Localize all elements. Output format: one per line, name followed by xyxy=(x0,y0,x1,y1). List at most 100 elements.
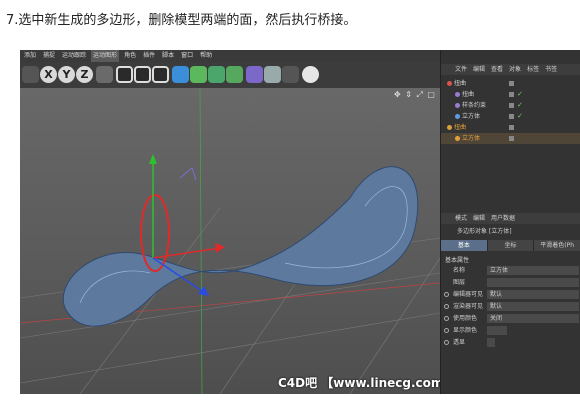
light-icon[interactable] xyxy=(302,66,319,83)
am-menu-item[interactable]: 模式 xyxy=(455,213,467,224)
om-menu-item[interactable]: 标签 xyxy=(527,64,539,75)
object-row-selected[interactable]: 立方体 xyxy=(441,133,580,144)
gizmo-y-arrow-icon[interactable] xyxy=(149,154,157,164)
render-settings-icon[interactable] xyxy=(152,66,169,83)
enabled-check-icon[interactable]: ✓ xyxy=(517,100,523,111)
render-view-icon[interactable] xyxy=(116,66,133,83)
menu-item[interactable]: 角色 xyxy=(122,50,138,62)
visibility-dots[interactable] xyxy=(509,92,514,97)
viewport-scene xyxy=(20,88,440,394)
visibility-dots[interactable] xyxy=(509,114,514,119)
radio-icon[interactable] xyxy=(444,292,449,297)
render-picture-icon[interactable] xyxy=(134,66,151,83)
cube-icon[interactable] xyxy=(172,66,189,83)
om-menu-item[interactable]: 查看 xyxy=(491,64,503,75)
menu-item[interactable]: 运动跟踪 xyxy=(60,50,88,62)
am-menu-item[interactable]: 用户数据 xyxy=(491,213,515,224)
deformer-handle xyxy=(179,167,197,181)
toolbar: X Y Z xyxy=(20,62,440,88)
menu-item[interactable]: 插件 xyxy=(141,50,157,62)
visibility-dots[interactable] xyxy=(509,103,514,108)
menu-item[interactable]: 添加 xyxy=(22,50,38,62)
right-panel: 文件 编辑 查看 对象 标签 书签 扭曲 扭曲 ✓ 样条约束 ✓ 立方体 ✓ 扭… xyxy=(440,50,580,394)
toolbar-arrow-icon[interactable] xyxy=(22,66,39,83)
name-field[interactable]: 立方体 xyxy=(487,266,579,275)
am-menu-item[interactable]: 编辑 xyxy=(473,213,485,224)
menu-item[interactable]: 窗口 xyxy=(179,50,195,62)
radio-icon[interactable] xyxy=(444,316,449,321)
nurbs-icon[interactable] xyxy=(208,66,225,83)
field-row: 名称 立方体 xyxy=(441,266,580,276)
use-color-select[interactable]: 关闭 xyxy=(487,314,579,323)
object-name: 立方体 xyxy=(462,113,481,120)
enabled-check-icon[interactable]: ✓ xyxy=(517,111,523,122)
object-icon xyxy=(455,103,460,108)
3d-viewport[interactable]: ✥ ⇕ ⤢ ▢ xyxy=(20,88,440,394)
field-label: 透显 xyxy=(453,339,466,346)
instruction-text: 7.选中新生成的多边形，删除模型两端的面，然后执行桥接。 xyxy=(6,13,357,28)
scene-icon[interactable] xyxy=(264,66,281,83)
object-name: 扭曲 xyxy=(462,91,475,98)
field-row: 图层 xyxy=(441,278,580,288)
section-title: 基本属性 xyxy=(445,257,470,264)
visibility-dots[interactable] xyxy=(509,125,514,130)
object-icon xyxy=(455,114,460,119)
enabled-check-icon[interactable]: ✓ xyxy=(517,89,523,100)
gizmo-x-axis[interactable] xyxy=(152,247,221,259)
gizmo-z-arrow-icon[interactable] xyxy=(198,286,209,296)
layer-field[interactable] xyxy=(487,278,579,287)
radio-icon[interactable] xyxy=(444,328,449,333)
field-row: 透显 xyxy=(441,338,580,348)
gizmo-x-arrow-icon[interactable] xyxy=(215,243,225,253)
c4d-screenshot: 添加 捕捉 运动跟踪 运动图形 角色 插件 脚本 窗口 帮助 X Y Z ✥ ⇕… xyxy=(20,50,580,394)
visibility-dots[interactable] xyxy=(509,81,514,86)
object-row[interactable]: 样条约束 ✓ xyxy=(441,100,580,111)
object-row[interactable]: 扭曲 xyxy=(441,122,580,133)
object-icon xyxy=(455,136,460,141)
viewport-nav-icons[interactable]: ✥ ⇕ ⤢ ▢ xyxy=(394,90,436,100)
array-icon[interactable] xyxy=(226,66,243,83)
om-menu-item[interactable]: 书签 xyxy=(545,64,557,75)
object-name: 立方体 xyxy=(462,135,481,142)
menu-bar: 添加 捕捉 运动跟踪 运动图形 角色 插件 脚本 窗口 帮助 xyxy=(20,50,440,62)
om-menu-item[interactable]: 文件 xyxy=(455,64,467,75)
deformer-icon[interactable] xyxy=(246,66,263,83)
menu-item[interactable]: 脚本 xyxy=(160,50,176,62)
spline-pen-icon[interactable] xyxy=(190,66,207,83)
object-row[interactable]: 扭曲 ✓ xyxy=(441,89,580,100)
object-name: 样条约束 xyxy=(462,102,487,109)
radio-icon[interactable] xyxy=(444,340,449,345)
display-color-swatch[interactable] xyxy=(487,326,507,335)
x-axis-button[interactable]: X xyxy=(40,66,57,83)
tab-phong[interactable]: 平滑着色(Ph xyxy=(534,240,580,251)
om-menu-item[interactable]: 编辑 xyxy=(473,64,485,75)
object-icon xyxy=(455,92,460,97)
field-row: 编辑器可见 默认 xyxy=(441,290,580,300)
object-row[interactable]: 立方体 ✓ xyxy=(441,111,580,122)
menu-item[interactable]: 帮助 xyxy=(198,50,214,62)
field-label: 图层 xyxy=(453,279,466,286)
visibility-dots[interactable] xyxy=(509,136,514,141)
object-name: 扭曲 xyxy=(454,124,467,131)
menu-item[interactable]: 运动图形 xyxy=(91,50,120,62)
field-row: 渲染器可见 默认 xyxy=(441,302,580,312)
radio-icon[interactable] xyxy=(444,304,449,309)
object-manager-menu: 文件 编辑 查看 对象 标签 书签 xyxy=(441,64,580,75)
field-label: 显示颜色 xyxy=(453,327,478,334)
object-icon xyxy=(447,125,452,130)
coordinate-icon[interactable] xyxy=(96,66,113,83)
menu-item[interactable]: 捕捉 xyxy=(41,50,57,62)
object-icon xyxy=(447,81,452,86)
camera-icon[interactable] xyxy=(282,66,299,83)
om-menu-item[interactable]: 对象 xyxy=(509,64,521,75)
xray-checkbox[interactable] xyxy=(487,338,495,347)
attribute-title: 多边形对象 [立方体] xyxy=(457,228,512,235)
tab-coord[interactable]: 坐标 xyxy=(487,240,535,251)
field-row: 显示颜色 xyxy=(441,326,580,336)
z-axis-button[interactable]: Z xyxy=(76,66,93,83)
render-visible-select[interactable]: 默认 xyxy=(487,302,579,311)
editor-visible-select[interactable]: 默认 xyxy=(487,290,579,299)
object-row[interactable]: 扭曲 xyxy=(441,78,580,89)
y-axis-button[interactable]: Y xyxy=(58,66,75,83)
tab-basic[interactable]: 基本 xyxy=(441,240,488,251)
